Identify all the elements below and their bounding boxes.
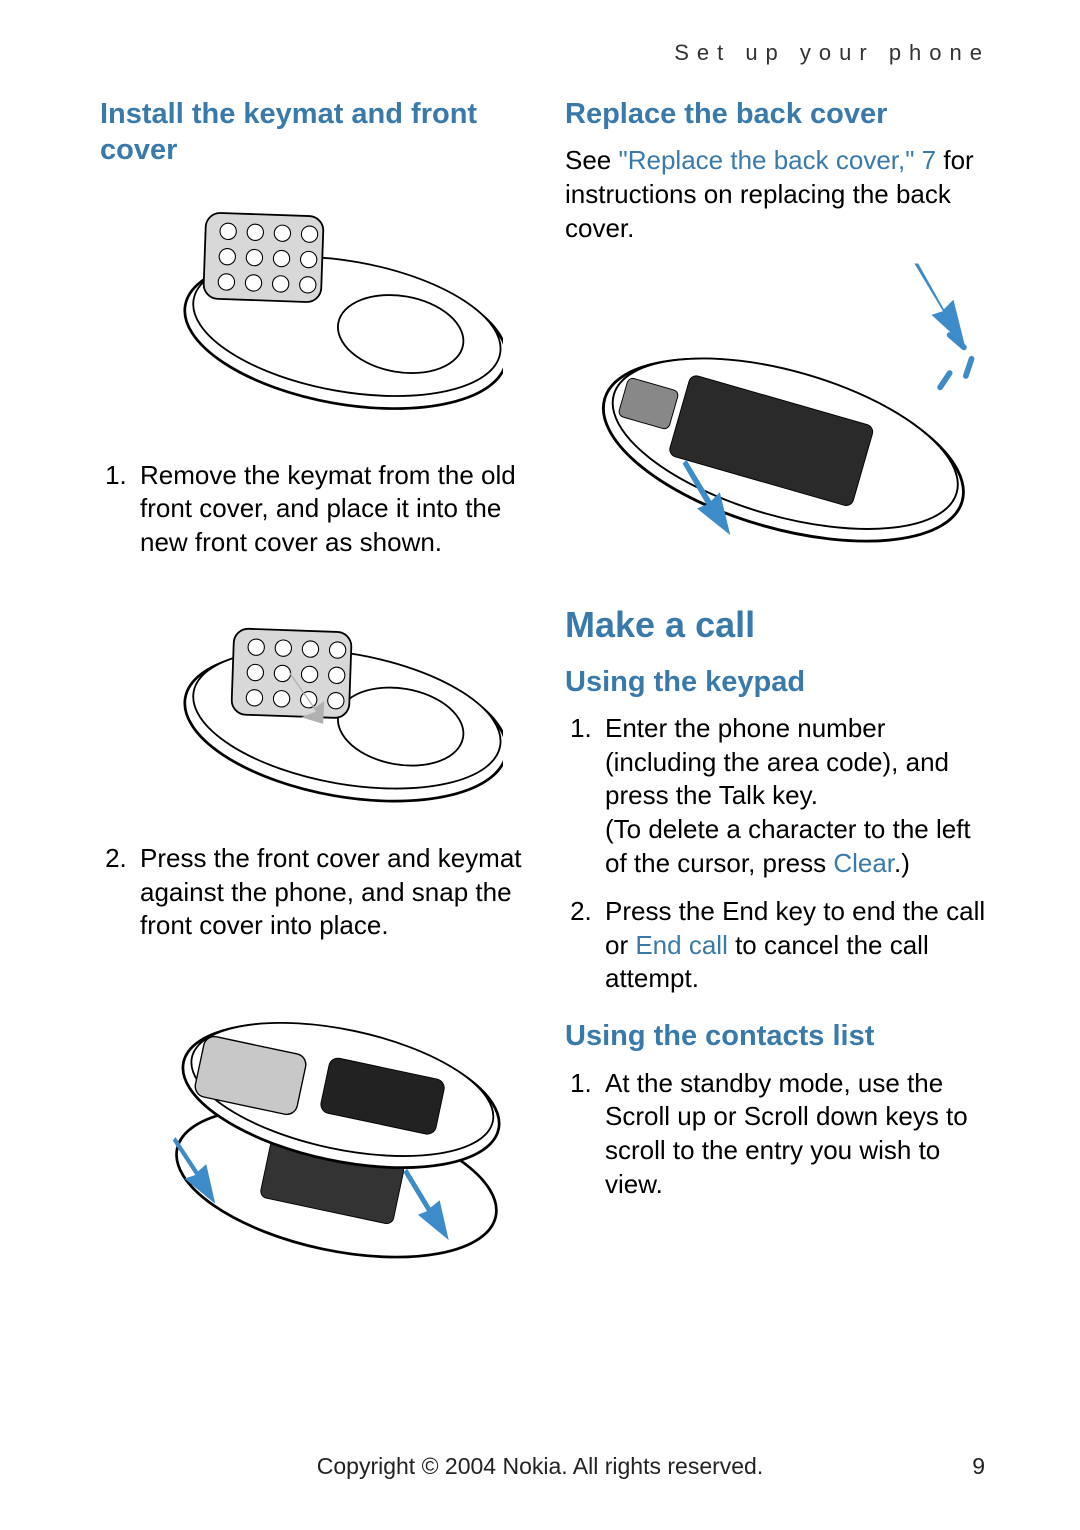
clear-softkey-label: Clear [833,848,894,878]
talk-key-label: Talk [719,780,765,810]
link-replace-back-cover[interactable]: "Replace the back cover," 7 [619,145,937,175]
page-number: 9 [972,1453,985,1480]
step-1-keymat: Remove the keymat from the old front cov… [134,459,525,560]
illustration-front-cover-snap [100,957,525,1297]
column-right: Replace the back cover See "Replace the … [565,96,990,1315]
step-2-keymat: Press the front cover and keymat against… [134,842,525,943]
heading-make-call: Make a call [565,604,990,646]
see-text: See [565,145,619,175]
scroll-up-key-label: Scroll up [605,1101,706,1131]
illustration-keymat-remove [100,181,525,441]
heading-install-keymat: Install the keymat and front cover [100,96,525,169]
heading-replace-back: Replace the back cover [565,96,990,132]
cross-ref-back-cover: See "Replace the back cover," 7 for inst… [565,144,990,245]
heading-using-keypad: Using the keypad [565,664,990,700]
illustration-keymat-insert [100,574,525,824]
keypad-step-2: Press the End key to end the call or End… [599,895,990,996]
scroll-down-key-label: Scroll down [744,1101,878,1131]
end-call-softkey-label: End call [635,930,728,960]
column-left: Install the keymat and front cover [100,96,525,1315]
end-key-label: End [722,896,768,926]
keypad-step-1: Enter the phone number (including the ar… [599,712,990,881]
contacts-step-1: At the standby mode, use the Scroll up o… [599,1067,990,1202]
running-header: Set up your phone [100,40,990,66]
footer-copyright: Copyright © 2004 Nokia. All rights reser… [0,1453,1080,1480]
illustration-back-cover [565,256,990,576]
heading-using-contacts: Using the contacts list [565,1018,990,1054]
